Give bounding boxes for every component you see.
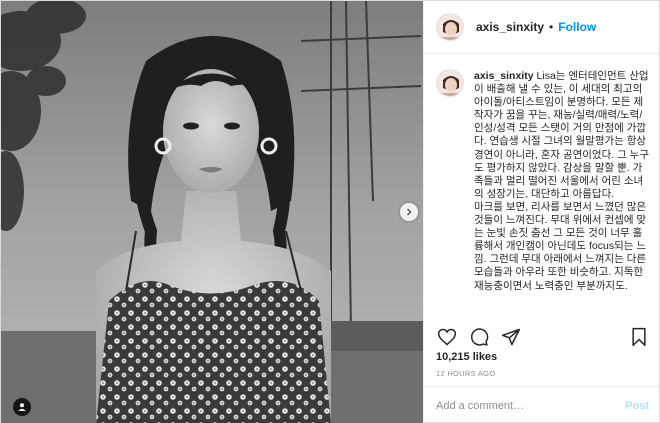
- avatar-image: [437, 70, 463, 96]
- comment-icon: [470, 328, 489, 346]
- comment-input[interactable]: [436, 399, 626, 412]
- caption-avatar[interactable]: [436, 69, 464, 97]
- caption-text: axis_sinxity Lisa는 엔터테인먼트 산업이 배출해 낼 수 있는,…: [474, 70, 650, 293]
- user-icon: [18, 403, 26, 411]
- bookmark-icon: [632, 327, 646, 347]
- share-button[interactable]: [500, 326, 522, 348]
- post-header: axis_sinxity • Follow: [424, 1, 660, 54]
- post-comment-button[interactable]: Post: [625, 400, 649, 412]
- header-username[interactable]: axis_sinxity: [476, 20, 544, 34]
- next-photo-button[interactable]: [400, 203, 418, 221]
- likes-count[interactable]: 10,215 likes: [436, 351, 497, 363]
- photo-image: [1, 1, 423, 423]
- like-button[interactable]: [436, 326, 458, 348]
- action-bar: [436, 326, 650, 348]
- comment-button[interactable]: [468, 326, 490, 348]
- separator-dot: •: [549, 20, 554, 34]
- post-photo[interactable]: [1, 1, 423, 423]
- share-icon: [501, 328, 521, 346]
- caption-paragraph-1: Lisa는 엔터테인먼트 산업이 배출해 낼 수 있는, 이 세대의 최고의 아…: [474, 70, 649, 200]
- save-button[interactable]: [628, 326, 650, 348]
- caption: axis_sinxity Lisa는 엔터테인먼트 산업이 배출해 낼 수 있는,…: [436, 69, 650, 293]
- chevron-right-icon: [407, 208, 412, 216]
- instagram-post: axis_sinxity • Follow axis_sinxity Lisa는 …: [0, 0, 660, 423]
- heart-icon: [437, 328, 457, 346]
- follow-button[interactable]: Follow: [558, 20, 596, 34]
- post-sidebar: axis_sinxity • Follow axis_sinxity Lisa는 …: [423, 1, 660, 423]
- caption-username[interactable]: axis_sinxity: [474, 70, 534, 82]
- comment-box: Post: [424, 386, 660, 423]
- tagged-people-button[interactable]: [13, 398, 31, 416]
- avatar-image: [437, 14, 463, 40]
- caption-paragraph-2: 마크를 보면, 리사를 보면서 느꼈던 많은 것들이 느껴진다. 무대 위에서 …: [474, 200, 647, 292]
- avatar[interactable]: [436, 13, 464, 41]
- post-timestamp[interactable]: 12 HOURS AGO: [436, 369, 495, 378]
